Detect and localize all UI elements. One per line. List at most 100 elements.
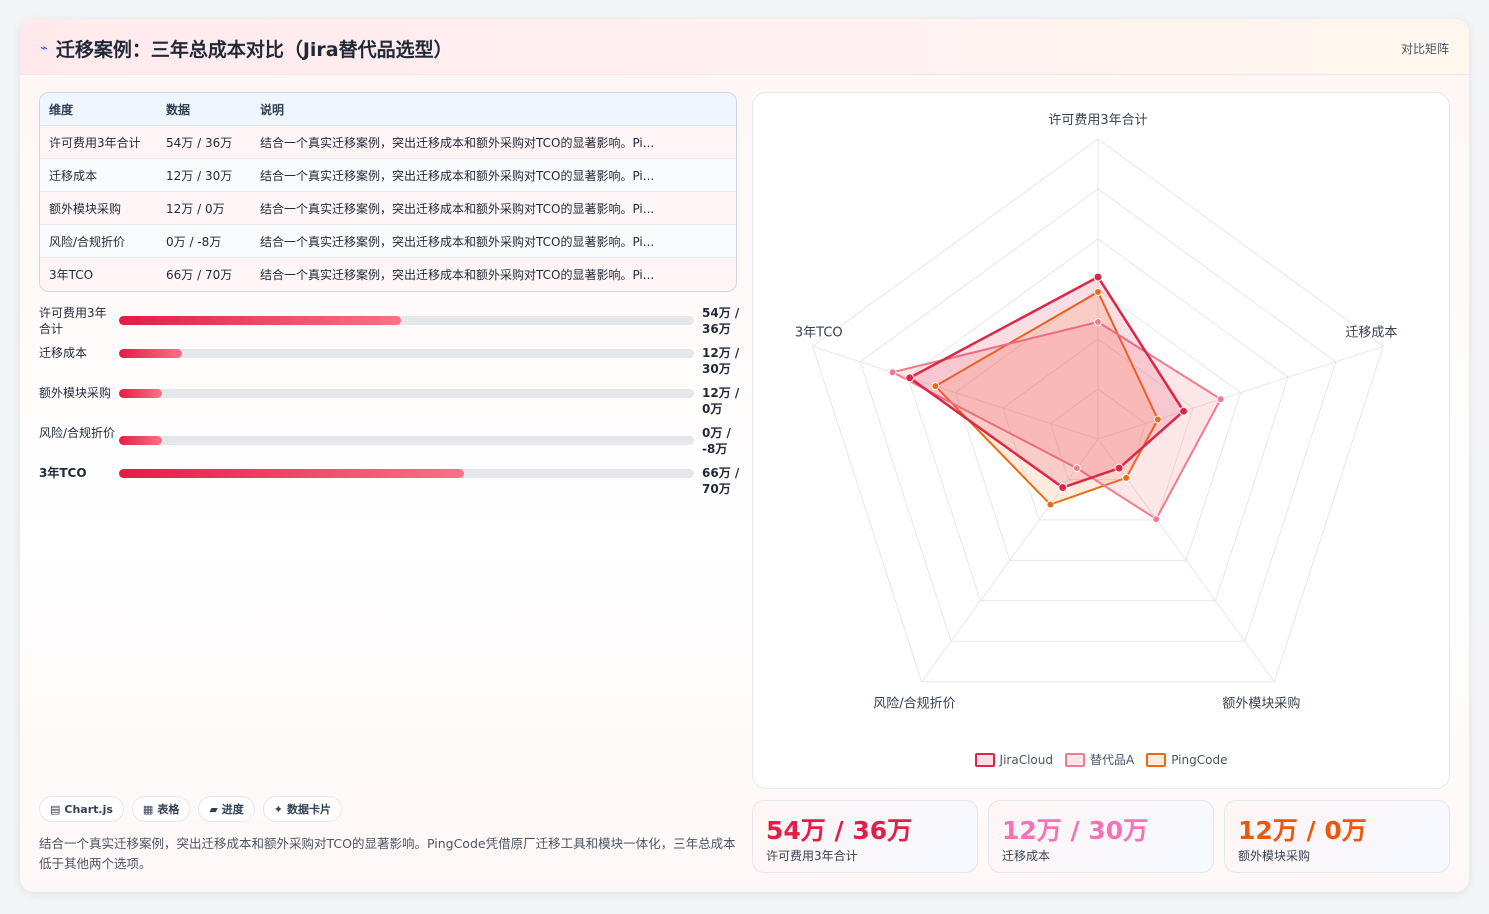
- legend-swatch: [1064, 752, 1085, 767]
- table-cell-dimension: 迁移成本: [49, 168, 98, 183]
- chip-label: Chart.js: [64, 802, 113, 816]
- chip-data-card[interactable]: ✦ 数据卡片: [262, 796, 343, 822]
- progress-fill: [119, 349, 183, 358]
- kpi-card-license: 54万 / 36万 许可费用3年合计: [752, 800, 978, 873]
- chart-icon: ▤: [50, 802, 61, 816]
- progress-track: [119, 436, 694, 445]
- table-row: 额外模块采购 12万 / 0万 结合一个真实迁移案例，突出迁移成本和额外采购对T…: [40, 192, 736, 225]
- data-point: [1094, 288, 1102, 296]
- progress-label: 许可费用3年合计: [39, 306, 107, 336]
- table-cell-dimension: 3年TCO: [49, 268, 94, 282]
- progress-track: [119, 316, 694, 325]
- kpi-label: 许可费用3年合计: [766, 849, 858, 863]
- legend-item-alt[interactable]: 替代品A: [1064, 751, 1135, 768]
- kpi-card-migration: 12万 / 30万 迁移成本: [988, 800, 1214, 873]
- table-row: 迁移成本 12万 / 30万 结合一个真实迁移案例，突出迁移成本和额外采购对TC…: [40, 159, 736, 192]
- data-point: [1093, 272, 1103, 282]
- table-row: 3年TCO 66万 / 70万 结合一个真实迁移案例，突出迁移成本和额外采购对T…: [40, 258, 736, 291]
- axis-label: 许可费用3年合计: [1048, 113, 1147, 128]
- legend-label: PingCode: [1171, 752, 1228, 767]
- table-cell-note: 结合一个真实迁移案例，突出迁移成本和额外采购对TCO的显著影响。Pi...: [260, 234, 655, 249]
- progress-row: 迁移成本 12万 / 30万: [39, 345, 739, 385]
- progress-value: 12万 / 0万: [702, 386, 740, 416]
- table-cell-data: 12万 / 0万: [166, 201, 225, 216]
- progress-row: 风险/合规折价 0万 / -8万: [39, 425, 739, 465]
- table-cell-data: 12万 / 30万: [166, 168, 233, 183]
- progress-label: 风险/合规折价: [39, 426, 116, 440]
- progress-value: 66万 / 70万: [702, 466, 740, 496]
- progress-fill: [119, 469, 464, 478]
- radar-chart: 许可费用3年合计迁移成本额外模块采购 风险/合规折价 3年TCO: [795, 113, 1397, 712]
- axis-label: 额外模块采购: [1222, 696, 1300, 712]
- legend-swatch: [974, 752, 995, 767]
- axis-label: 迁移成本: [1345, 325, 1397, 340]
- data-point: [1153, 415, 1162, 424]
- chart-line-icon: ⌁: [40, 41, 48, 56]
- sparkle-icon: ✦: [273, 802, 284, 816]
- data-point: [1179, 406, 1189, 416]
- data-point: [1152, 515, 1161, 524]
- data-point: [1216, 395, 1225, 404]
- data-point: [1058, 483, 1068, 493]
- table-cell-data: 66万 / 70万: [166, 268, 233, 282]
- legend-label: 替代品A: [1089, 753, 1135, 767]
- table-cell-note: 结合一个真实迁移案例，突出迁移成本和额外采购对TCO的显著影响。Pi...: [260, 135, 655, 150]
- progress-value: 54万 / 36万: [702, 306, 740, 336]
- kpi-value: 12万 / 30万: [1002, 816, 1149, 845]
- legend-label: JiraCloud: [999, 752, 1053, 767]
- tech-chips: ▤ Chart.js ▦ 表格 ▰ 进度 ✦ 数据卡片: [39, 796, 343, 822]
- legend-item-jira[interactable]: JiraCloud: [974, 751, 1053, 768]
- table-header-cell: 维度: [49, 102, 74, 117]
- progress-fill: [119, 389, 163, 398]
- page-title: ⌁ 迁移案例：三年总成本对比（Jira替代品选型）: [40, 35, 453, 62]
- progress-track: [119, 469, 694, 478]
- data-point: [1072, 464, 1081, 473]
- table-header-cell: 数据: [166, 102, 191, 117]
- progress-label: 3年TCO: [39, 466, 87, 480]
- progress-list: 许可费用3年合计 54万 / 36万迁移成本 12万 / 30万额外模块采购 12万 …: [39, 305, 739, 505]
- comparison-matrix-label[interactable]: 对比矩阵: [1401, 40, 1449, 57]
- table-header-cell: 说明: [260, 102, 285, 117]
- table-row: 许可费用3年合计 54万 / 36万 结合一个真实迁移案例，突出迁移成本和额外采…: [40, 126, 736, 159]
- page-title-text: 迁移案例：三年总成本对比（Jira替代品选型）: [55, 39, 453, 61]
- table-cell-dimension: 额外模块采购: [49, 201, 122, 216]
- chip-label: 数据卡片: [287, 803, 332, 816]
- table-icon: ▦: [142, 802, 154, 816]
- data-point: [1122, 473, 1131, 482]
- table-cell-note: 结合一个真实迁移案例，突出迁移成本和额外采购对TCO的显著影响。Pi...: [260, 201, 655, 216]
- progress-row: 额外模块采购 12万 / 0万: [39, 385, 739, 425]
- table-cell-note: 结合一个真实迁移案例，突出迁移成本和额外采购对TCO的显著影响。Pi...: [260, 168, 655, 183]
- progress-fill: [119, 436, 163, 445]
- chip-label: 表格: [157, 803, 180, 816]
- table-cell-data: 0万 / -8万: [166, 234, 222, 249]
- legend-swatch: [1146, 752, 1167, 767]
- progress-label: 迁移成本: [39, 346, 88, 360]
- chart-legend: JiraCloud 替代品A PingCode: [753, 751, 1449, 768]
- radar-chart-panel: 许可费用3年合计 迁移成本 额外模块采购 风险/合规折价 3年TCO JiraCloud…: [752, 92, 1450, 789]
- data-point: [888, 368, 897, 377]
- progress-track: [119, 349, 694, 358]
- progress-value: 12万 / 30万: [702, 346, 740, 376]
- chip-chartjs[interactable]: ▤ Chart.js: [39, 796, 124, 822]
- data-point: [1114, 463, 1124, 473]
- header-bar: ⌁ 迁移案例：三年总成本对比（Jira替代品选型） 对比矩阵: [20, 19, 1469, 75]
- table-cell-dimension: 许可费用3年合计: [49, 135, 141, 150]
- table-cell-note: 结合一个真实迁移案例，突出迁移成本和额外采购对TCO的显著影响。Pi...: [260, 268, 655, 282]
- table-cell-data: 54万 / 36万: [166, 135, 233, 150]
- dashboard-card: ⌁ 迁移案例：三年总成本对比（Jira替代品选型） 对比矩阵 维度 数据 说明 …: [20, 19, 1469, 892]
- data-point: [1046, 500, 1055, 509]
- progress-value: 0万 / -8万: [702, 426, 731, 456]
- data-point: [1094, 318, 1102, 326]
- data-point: [905, 373, 915, 383]
- table-header-row: 维度 数据 说明: [40, 93, 736, 126]
- data-table: 维度 数据 说明 许可费用3年合计 54万 / 36万 结合一个真实迁移案例，突…: [39, 92, 737, 292]
- chip-table[interactable]: ▦ 表格: [131, 796, 191, 822]
- table-row: 风险/合规折价 0万 / -8万 结合一个真实迁移案例，突出迁移成本和额外采购对…: [40, 225, 736, 258]
- chip-progress[interactable]: ▰ 进度: [198, 796, 255, 822]
- progress-row: 3年TCO 66万 / 70万: [39, 465, 739, 505]
- kpi-value: 54万 / 36万: [766, 816, 913, 845]
- legend-item-pingcode[interactable]: PingCode: [1146, 751, 1227, 768]
- progress-fill: [119, 316, 401, 325]
- kpi-label: 迁移成本: [1002, 849, 1051, 863]
- progress-track: [119, 389, 694, 398]
